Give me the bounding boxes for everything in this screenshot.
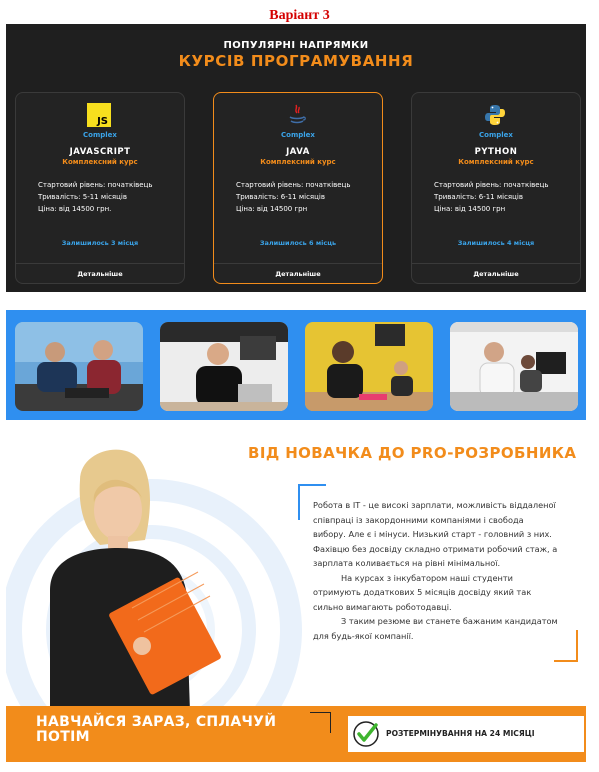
javascript-logo-icon: JS: [87, 103, 111, 127]
hero-paragraph: На курсах з інкубатором наші студенти от…: [313, 572, 532, 612]
seats-left: Залишилось 3 місця: [61, 239, 139, 247]
installment-label: РОЗТЕРМІНУВАННЯ НА 24 МІСЯЦІ: [386, 729, 535, 738]
course-name: PYTHON: [474, 147, 518, 157]
students-at-desk-photo: [15, 322, 143, 411]
course-badge: Complex: [479, 131, 513, 139]
course-card-python[interactable]: Complex PYTHON Комплексний курс Стартови…: [411, 92, 581, 284]
course-info: Стартовий рівень: початківець Тривалість…: [236, 179, 376, 215]
course-level: Стартовий рівень: початківець: [434, 181, 549, 189]
course-level: Стартовий рівень: початківець: [236, 181, 351, 189]
course-price: Ціна: від 14500 грн: [236, 205, 308, 213]
seats-left: Залишилось 6 місць: [259, 239, 337, 247]
green-check-icon: [353, 721, 379, 747]
installment-badge: РОЗТЕРМІНУВАННЯ НА 24 МІСЯЦІ: [348, 716, 584, 752]
course-card-java[interactable]: Complex JAVA Комплексний курс Стартовий …: [213, 92, 383, 284]
course-duration: Тривалість: 5-11 місяців: [38, 193, 127, 201]
hero-paragraph: Робота в IT - це високі зарплати, можлив…: [313, 500, 558, 568]
promo-bar: НАВЧАЙСЯ ЗАРАЗ, СПЛАЧУЙ ПОТІМ РОЗТЕРМІНУ…: [6, 706, 586, 762]
course-badge: Complex: [281, 131, 315, 139]
hero-paragraph: З таким резюме ви станете бажаним кандид…: [313, 616, 558, 641]
course-duration: Тривалість: 6-11 місяців: [434, 193, 523, 201]
course-subtitle: Комплексний курс: [260, 158, 336, 166]
smiling-woman-with-folder-photo: [50, 449, 221, 712]
python-logo-icon: [485, 105, 505, 125]
course-badge: Complex: [83, 131, 117, 139]
course-level: Стартовий рівень: початківець: [38, 181, 153, 189]
course-name: JAVA: [286, 147, 310, 157]
course-info: Стартовий рівень: початківець Тривалість…: [38, 179, 178, 215]
promo-corner-bracket: [310, 712, 331, 733]
student-with-laptop-photo: [160, 322, 288, 411]
courses-title-line2: КУРСІВ ПРОГРАМУВАННЯ: [178, 52, 414, 70]
promo-headline: НАВЧАЙСЯ ЗАРАЗ, СПЛАЧУЙ ПОТІМ: [36, 714, 277, 745]
details-button[interactable]: Детальніше: [214, 263, 382, 283]
course-price: Ціна: від 14500 грн: [434, 205, 506, 213]
students-computer-class-photo: [450, 322, 578, 411]
details-button[interactable]: Детальніше: [412, 263, 580, 283]
course-subtitle: Комплексний курс: [62, 158, 138, 166]
java-logo-icon: [289, 104, 306, 124]
course-price: Ціна: від 14500 грн.: [38, 205, 112, 213]
seats-left: Залишилось 4 місця: [457, 239, 535, 247]
courses-title-line1: ПОПУЛЯРНІ НАПРЯМКИ: [223, 40, 369, 51]
hero-title: ВІД НОВАЧКА ДО PRO-РОЗРОБНИКА: [248, 444, 577, 462]
course-info: Стартовий рівень: початківець Тривалість…: [434, 179, 574, 215]
hero-text: Робота в IT - це високі зарплати, можлив…: [313, 498, 558, 643]
students-yellow-wall-photo: [305, 322, 433, 411]
course-duration: Тривалість: 6-11 місяців: [236, 193, 325, 201]
photo-strip: [6, 310, 586, 420]
variant-label: Варіант 3: [269, 8, 330, 23]
details-button[interactable]: Детальніше: [16, 263, 184, 283]
course-name: JAVASCRIPT: [69, 147, 131, 157]
svg-text:JS: JS: [96, 116, 108, 127]
course-card-javascript[interactable]: JS Complex JAVASCRIPT Комплексний курс С…: [15, 92, 185, 284]
courses-section: ПОПУЛЯРНІ НАПРЯМКИ КУРСІВ ПРОГРАМУВАННЯ …: [6, 24, 586, 292]
course-subtitle: Комплексний курс: [458, 158, 534, 166]
